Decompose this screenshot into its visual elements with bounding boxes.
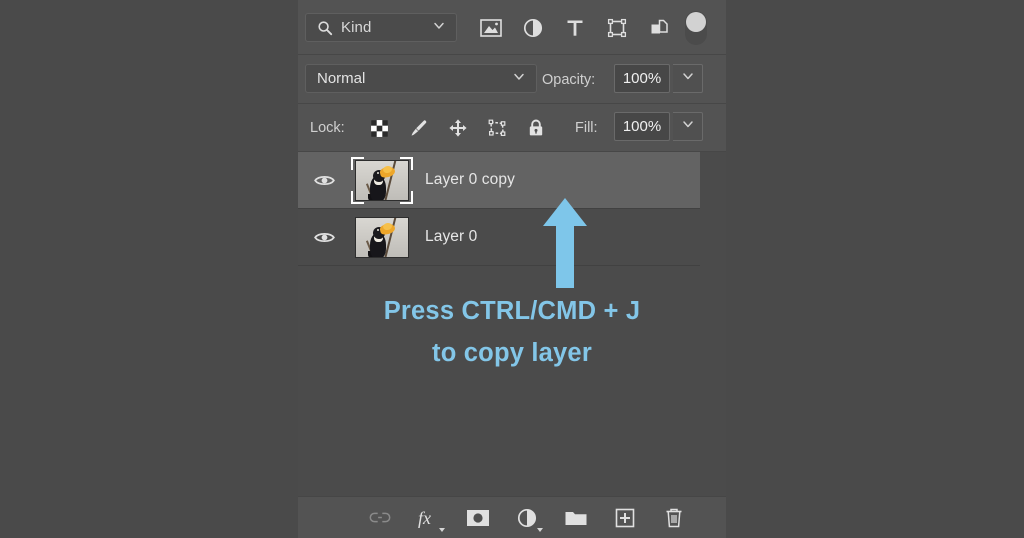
- link-layers-button[interactable]: [363, 501, 397, 535]
- chevron-down-icon: [681, 117, 695, 136]
- layers-panel-bottom-bar: fx: [298, 496, 726, 538]
- fill-dropdown-button[interactable]: [673, 112, 703, 141]
- toucan-photo-thumbnail: [355, 216, 409, 258]
- plus-square-icon: [615, 508, 635, 527]
- filter-pixel-layers-icon[interactable]: [470, 0, 512, 55]
- layer-mask-button[interactable]: [461, 501, 495, 535]
- callout-text: Press CTRL/CMD + J to copy layer: [298, 290, 726, 374]
- svg-text:fx: fx: [418, 508, 431, 528]
- blend-mode-dropdown[interactable]: Normal: [305, 64, 537, 93]
- filter-type-layers-icon[interactable]: [554, 0, 596, 55]
- layer-visibility-toggle[interactable]: [298, 209, 351, 265]
- opacity-value: 100%: [622, 70, 662, 87]
- callout-line-1: Press CTRL/CMD + J: [383, 297, 641, 325]
- chevron-down-icon: [432, 18, 446, 37]
- up-arrow-annotation: [543, 198, 587, 288]
- filter-kind-dropdown[interactable]: Kind: [305, 13, 457, 42]
- callout-line-2: to copy layer: [432, 339, 592, 367]
- lock-all-icon[interactable]: [516, 104, 555, 152]
- filter-shape-layers-icon[interactable]: [596, 0, 638, 55]
- chevron-down-icon: [439, 527, 445, 532]
- toucan-photo-thumbnail: [355, 159, 409, 201]
- fx-icon: fx: [418, 508, 431, 528]
- chevron-down-icon: [512, 69, 526, 88]
- layer-name[interactable]: Layer 0 copy: [425, 171, 515, 189]
- trash-icon: [666, 508, 682, 527]
- chevron-down-icon: [537, 527, 543, 532]
- layer-thumbnail[interactable]: [351, 214, 413, 261]
- lock-buttons: [360, 104, 555, 152]
- delete-layer-button[interactable]: [657, 501, 691, 535]
- layer-filter-type-buttons: [470, 0, 680, 55]
- lock-label: Lock:: [310, 120, 345, 136]
- layer-style-button[interactable]: fx: [412, 501, 446, 535]
- lock-position-icon[interactable]: [438, 104, 477, 152]
- filter-smart-object-layers-icon[interactable]: [638, 0, 680, 55]
- screenshot-stage: Kind Normal Opacity: 100% Lock: Fill: 10…: [0, 0, 1024, 538]
- blend-mode-value: Normal: [317, 70, 366, 87]
- lock-image-pixels-icon[interactable]: [399, 104, 438, 152]
- layers-panel: Kind Normal Opacity: 100% Lock: Fill: 10…: [298, 0, 726, 538]
- half-circle-icon: [517, 508, 537, 527]
- table-row[interactable]: Layer 0: [298, 209, 700, 266]
- adjustment-layer-button[interactable]: [510, 501, 544, 535]
- table-row[interactable]: Layer 0 copy: [298, 152, 700, 209]
- eye-icon: [314, 175, 335, 185]
- opacity-label: Opacity:: [542, 72, 596, 88]
- lock-transparent-pixels-icon[interactable]: [360, 104, 399, 152]
- layer-filter-bar: Kind: [298, 0, 726, 55]
- search-icon: [317, 20, 333, 36]
- link-icon: [369, 512, 391, 523]
- layer-visibility-toggle[interactable]: [298, 152, 351, 208]
- lock-row: Lock: Fill: 100%: [298, 104, 726, 152]
- layer-thumbnail[interactable]: [351, 156, 413, 204]
- filter-enable-toggle[interactable]: [685, 11, 707, 45]
- new-layer-button[interactable]: [608, 501, 642, 535]
- eye-icon: [314, 232, 335, 242]
- fill-value: 100%: [622, 118, 662, 135]
- opacity-dropdown-button[interactable]: [673, 64, 703, 93]
- blend-mode-row: Normal Opacity: 100%: [298, 55, 726, 104]
- chevron-down-icon: [681, 69, 695, 88]
- layer-name[interactable]: Layer 0: [425, 228, 477, 246]
- filter-adjustment-layers-icon[interactable]: [512, 0, 554, 55]
- mask-icon: [467, 509, 489, 526]
- filter-kind-label: Kind: [341, 19, 372, 36]
- lock-artboard-nesting-icon[interactable]: [477, 104, 516, 152]
- folder-icon: [565, 512, 587, 525]
- fill-input[interactable]: 100%: [614, 112, 670, 141]
- fill-label: Fill:: [575, 120, 598, 136]
- opacity-input[interactable]: 100%: [614, 64, 670, 93]
- new-group-button[interactable]: [559, 501, 593, 535]
